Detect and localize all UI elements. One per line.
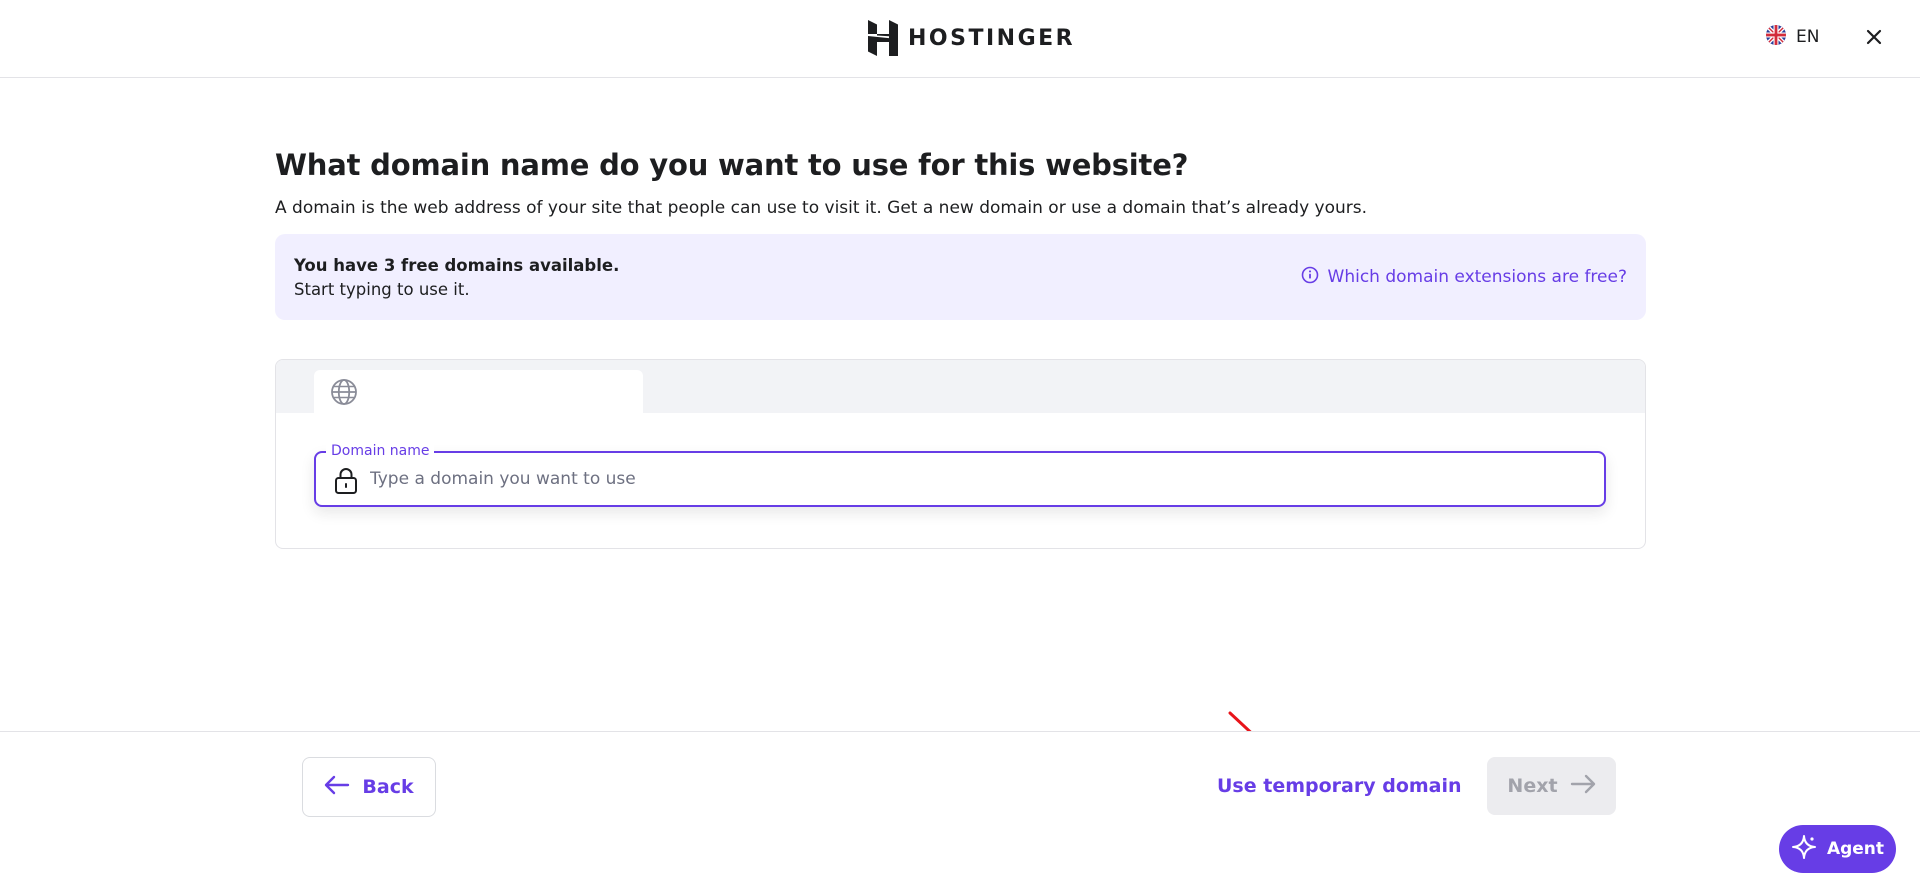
agent-button[interactable]: Agent xyxy=(1779,825,1896,873)
info-circle-icon xyxy=(1301,266,1319,288)
free-extensions-link-label: Which domain extensions are free? xyxy=(1327,267,1627,287)
free-domains-subtitle: Start typing to use it. xyxy=(294,280,470,299)
arrow-left-icon xyxy=(324,775,350,799)
close-icon xyxy=(1862,29,1886,53)
domain-name-field[interactable]: Domain name xyxy=(314,443,1606,507)
page-title: What domain name do you want to use for … xyxy=(275,148,1189,182)
tab-domain[interactable] xyxy=(314,370,643,413)
sparkle-icon xyxy=(1791,834,1817,864)
close-button[interactable] xyxy=(1862,25,1886,49)
back-button-label: Back xyxy=(362,776,414,798)
language-label: EN xyxy=(1796,27,1820,47)
next-button-label: Next xyxy=(1507,775,1558,797)
use-temporary-domain-link[interactable]: Use temporary domain xyxy=(1217,775,1462,797)
arrow-right-icon xyxy=(1570,774,1596,798)
top-header: HOSTINGER EN xyxy=(0,0,1920,78)
hostinger-logo[interactable]: HOSTINGER xyxy=(868,20,1075,56)
domain-name-label: Domain name xyxy=(326,443,435,459)
bottom-navigation: Back Use temporary domain Next xyxy=(0,731,1920,886)
main-content: What domain name do you want to use for … xyxy=(275,148,1646,218)
language-selector[interactable]: EN xyxy=(1766,25,1819,49)
free-domains-title: You have 3 free domains available. xyxy=(294,256,620,275)
free-extensions-link[interactable]: Which domain extensions are free? xyxy=(1301,266,1627,288)
agent-button-label: Agent xyxy=(1826,839,1885,859)
globe-icon xyxy=(330,378,358,410)
hostinger-logo-icon xyxy=(868,20,898,56)
page-description: A domain is the web address of your site… xyxy=(275,198,1368,218)
domain-name-input[interactable] xyxy=(370,465,1570,493)
domain-card: Domain name xyxy=(275,359,1646,549)
free-domains-info-box: You have 3 free domains available. Start… xyxy=(275,234,1646,320)
back-button[interactable]: Back xyxy=(302,757,436,817)
domain-tabs-bar xyxy=(276,360,1645,413)
uk-flag-icon xyxy=(1766,25,1786,49)
brand-name: HOSTINGER xyxy=(908,25,1076,51)
lock-icon xyxy=(334,467,358,499)
next-button[interactable]: Next xyxy=(1487,757,1616,815)
